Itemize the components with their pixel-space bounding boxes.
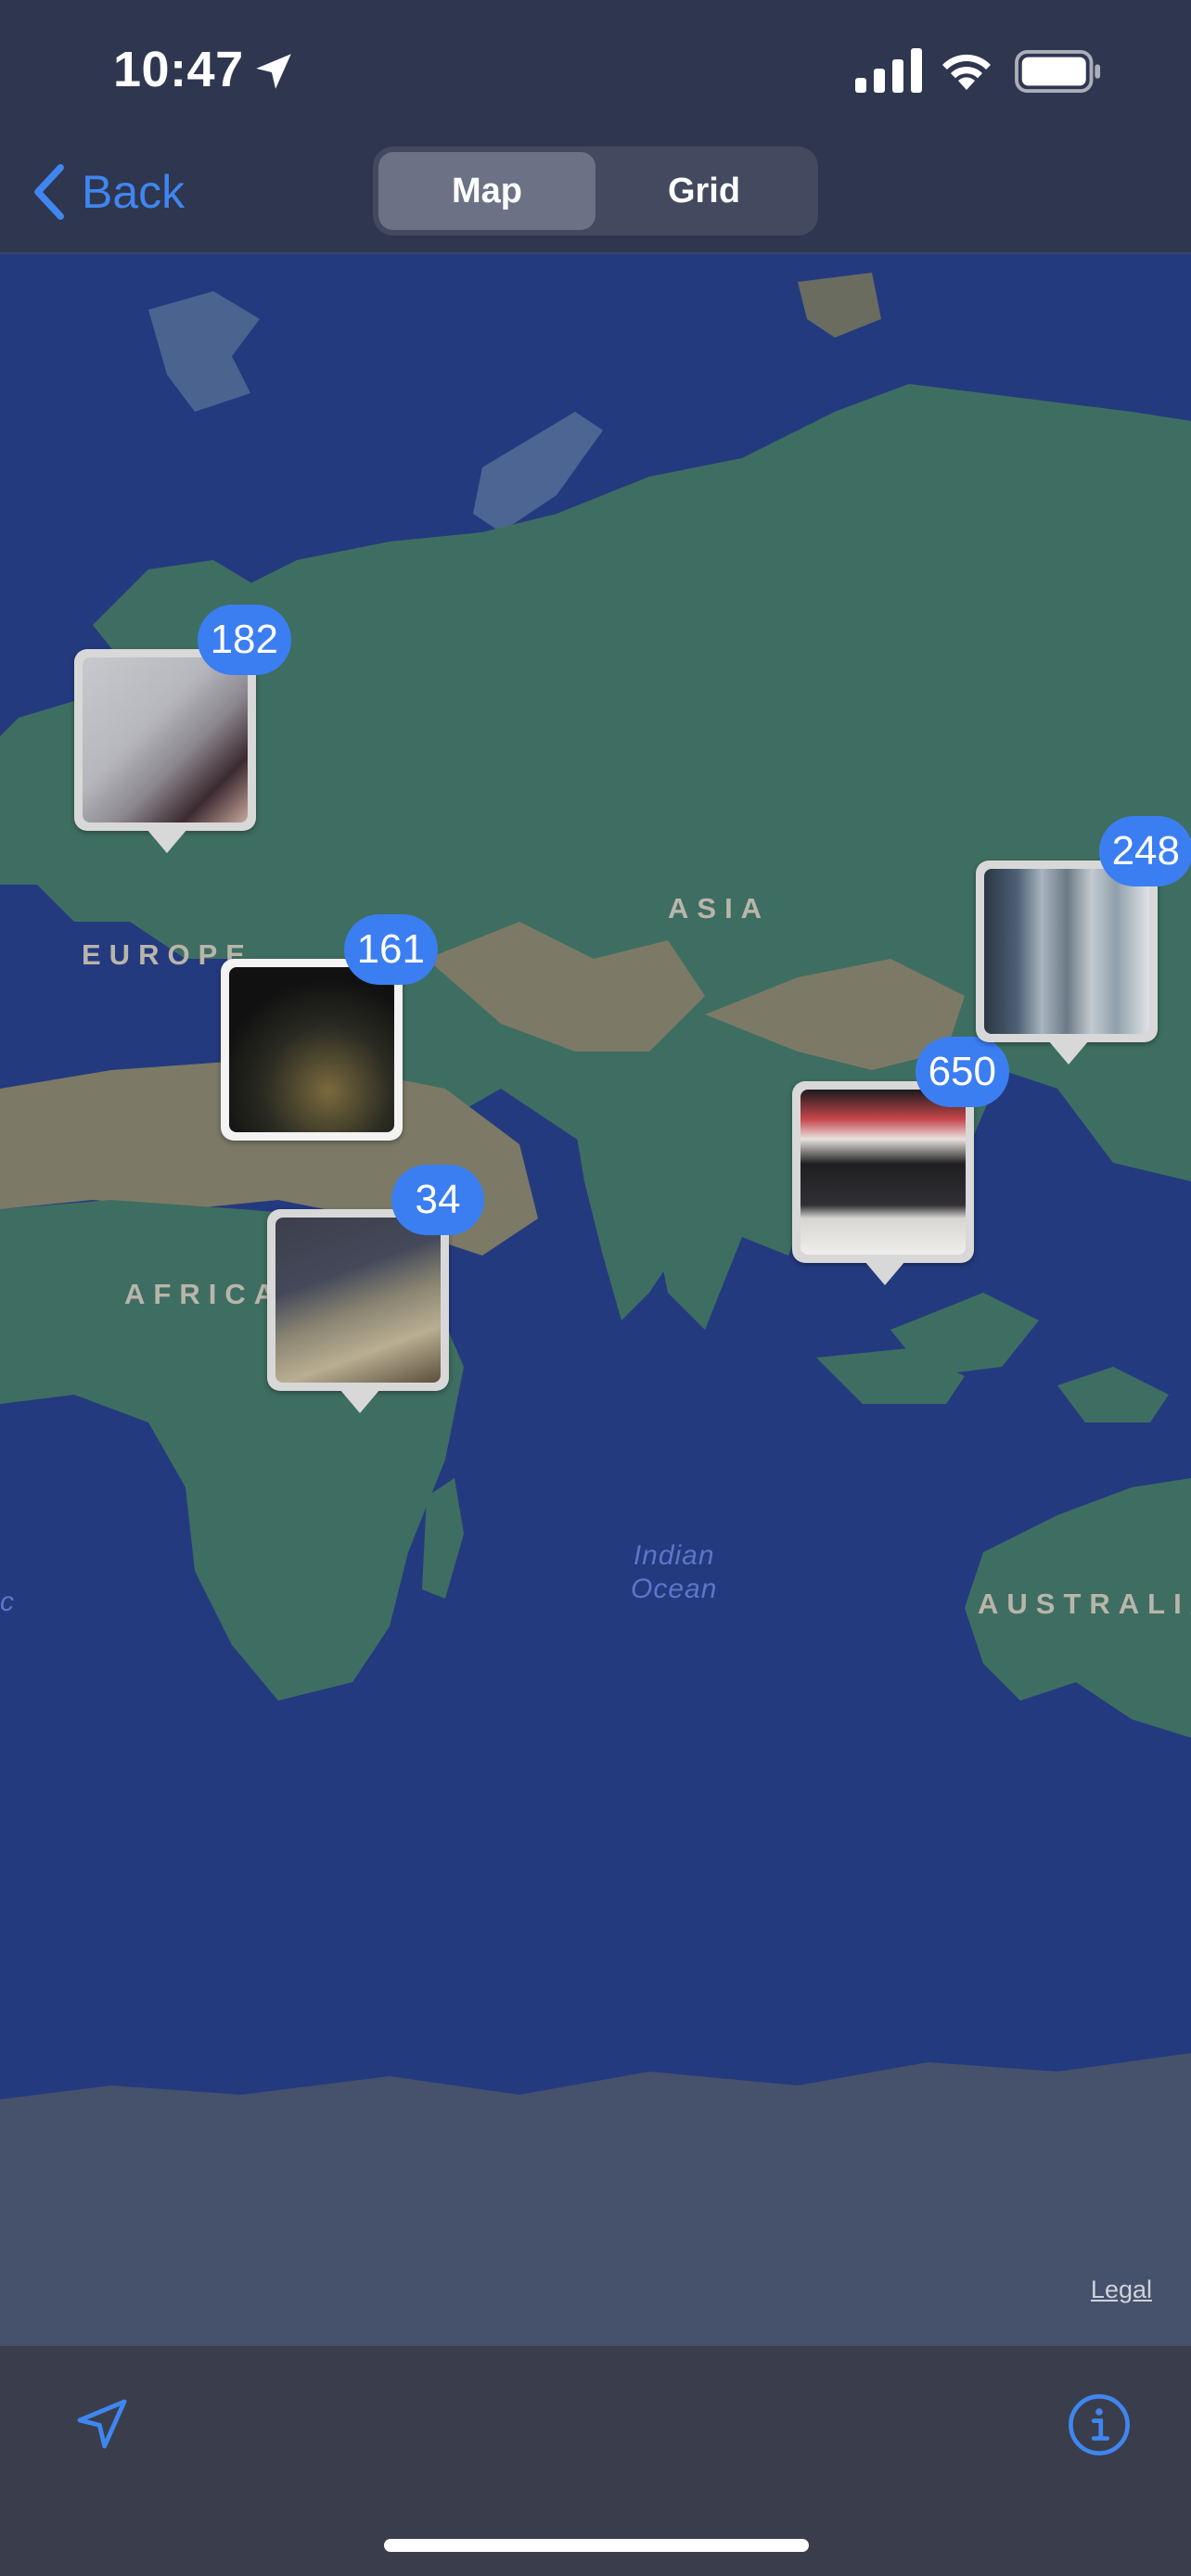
world-map[interactable]: EUROPE ASIA AFRICA AUSTRALIA c Indian Oc… [0,254,1191,2344]
ocean-label-line2: Ocean [631,1574,718,1604]
location-arrow-outline-icon[interactable] [72,2394,132,2454]
navigation-bar: Back Map Grid [0,139,1191,254]
cellular-signal-icon [855,48,922,93]
location-arrow-icon [256,54,291,89]
region-label-asia: ASIA [668,892,771,925]
photo-thumbnail-frame [267,1209,449,1391]
view-mode-segmented-control: Map Grid [373,147,818,236]
photo-thumbnail-frame [792,1081,974,1263]
chevron-left-icon [34,164,64,220]
pin-pointer [339,1389,380,1413]
status-bar: 10:47 [0,0,1191,139]
status-time: 10:47 [113,42,244,97]
back-button[interactable]: Back [32,159,185,224]
ocean-label-line1: Indian [633,1540,715,1571]
photo-cluster-pin[interactable]: 248 [976,816,1191,1065]
segment-grid[interactable]: Grid [596,152,813,230]
home-indicator[interactable] [384,2539,809,2552]
pin-pointer [147,829,187,853]
photo-thumbnail-frame [976,861,1158,1042]
photo-thumbnail [83,657,248,823]
photo-thumbnail [229,967,394,1132]
region-label-australia: AUSTRALIA [978,1588,1191,1620]
photo-thumbnail-frame [74,649,256,831]
photo-thumbnail [275,1218,441,1383]
pin-pointer [1048,1040,1089,1065]
photo-count-badge: 161 [343,914,438,985]
region-label-africa: AFRICA [124,1278,284,1310]
legal-link[interactable]: Legal [1091,2276,1152,2304]
photo-cluster-pin[interactable]: 34 [267,1165,484,1413]
photo-thumbnail [800,1090,966,1255]
photo-count-badge: 248 [1098,816,1191,886]
ocean-label-indian-ocean: Indian Ocean [631,1539,717,1606]
photo-thumbnail [984,869,1149,1034]
photo-count-badge: 650 [915,1037,1009,1107]
ocean-label-fragment: c [0,1587,15,1617]
photo-cluster-pin[interactable]: 161 [221,914,438,1141]
battery-icon [1015,50,1101,93]
back-label: Back [82,166,186,218]
pin-pointer [864,1261,905,1285]
photo-count-badge: 182 [197,605,291,675]
info-circle-icon[interactable] [1067,2392,1132,2457]
photo-thumbnail-frame [221,959,403,1141]
segment-map[interactable]: Map [378,152,596,230]
wifi-icon [942,54,991,90]
photo-cluster-pin[interactable]: 182 [74,605,291,853]
photo-count-badge: 34 [391,1165,484,1235]
photo-cluster-pin[interactable]: 650 [792,1037,1009,1285]
